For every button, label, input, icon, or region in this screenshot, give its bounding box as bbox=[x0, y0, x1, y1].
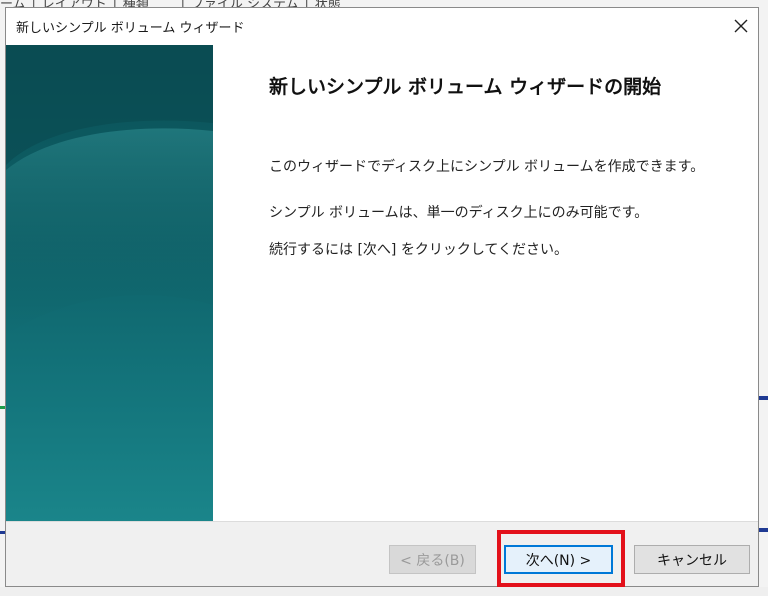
wizard-instruction: 続行するには [次へ] をクリックしてください。 bbox=[269, 242, 568, 258]
wizard-heading: 新しいシンプル ボリューム ウィザードの開始 bbox=[269, 76, 662, 98]
dialog-title: 新しいシンプル ボリューム ウィザード bbox=[16, 21, 245, 36]
next-button[interactable]: 次へ(N) > bbox=[504, 545, 613, 574]
wizard-dialog: 新しいシンプル ボリューム ウィザード 新しいシンプル ボリューム ウィザードの… bbox=[5, 7, 759, 587]
back-button[interactable]: < 戻る(B) bbox=[389, 545, 476, 574]
cancel-button[interactable]: キャンセル bbox=[634, 545, 750, 574]
background-blue-mark bbox=[759, 396, 768, 400]
title-bar: 新しいシンプル ボリューム ウィザード bbox=[6, 8, 758, 45]
wizard-side-image bbox=[6, 45, 213, 521]
side-image-decoration bbox=[6, 45, 213, 335]
wizard-description: このウィザードでディスク上にシンプル ボリュームを作成できます。 bbox=[269, 159, 705, 175]
button-bar: < 戻る(B) 次へ(N) > キャンセル bbox=[6, 521, 758, 586]
close-icon bbox=[734, 19, 748, 33]
close-button[interactable] bbox=[726, 12, 756, 40]
background-right-edge bbox=[759, 10, 768, 596]
background-bottom-edge bbox=[0, 587, 768, 596]
wizard-note: シンプル ボリュームは、単一のディスク上にのみ可能です。 bbox=[269, 205, 649, 221]
background-blue-mark bbox=[759, 528, 768, 532]
